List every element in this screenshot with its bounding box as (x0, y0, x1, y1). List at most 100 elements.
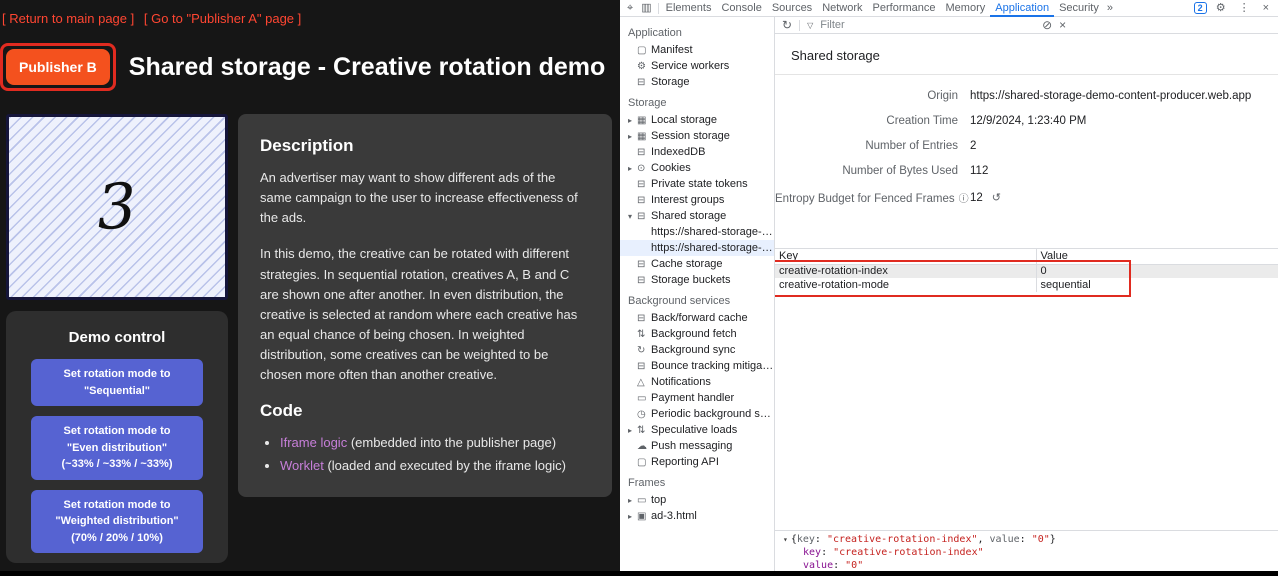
sidebar-item-notifications[interactable]: Notifications (620, 374, 774, 390)
sidebar-item-storage[interactable]: Storage (620, 74, 774, 90)
more-tabs-icon[interactable]: » (1104, 2, 1116, 14)
filter-funnel-icon: ▽ (807, 21, 813, 30)
speculative-loads-icon (637, 424, 651, 436)
publisher-b-button[interactable]: Publisher B (6, 49, 110, 85)
sidebar-item-interest-groups[interactable]: Interest groups (620, 192, 774, 208)
frame-icon (637, 494, 651, 506)
sidebar-item-push-messaging[interactable]: Push messaging (620, 438, 774, 454)
tab-elements[interactable]: Elements (661, 0, 717, 17)
go-to-publisher-a-link[interactable]: [ Go to "Publisher A" page ] (144, 11, 301, 26)
expand-arrow-icon[interactable]: ▸ (628, 164, 637, 173)
metadata-row-creation-time: Creation Time 12/9/2024, 1:23:40 PM (775, 115, 1278, 127)
cookie-icon (637, 162, 651, 174)
sidebar-item-cache-storage[interactable]: Cache storage (620, 256, 774, 272)
sidebar-item-back-forward-cache[interactable]: Back/forward cache (620, 310, 774, 326)
info-icon[interactable] (955, 193, 969, 205)
set-weighted-distribution-mode-button[interactable]: Set rotation mode to "Weighted distribut… (31, 490, 203, 554)
set-sequential-mode-button[interactable]: Set rotation mode to "Sequential" (31, 359, 203, 406)
sidebar-item-session-storage[interactable]: ▸ Session storage (620, 128, 774, 144)
tab-security[interactable]: Security (1054, 0, 1104, 17)
sidebar-item-label: Cache storage (651, 258, 723, 270)
collapse-arrow-icon[interactable]: ▾ (628, 212, 637, 221)
list-item: Worklet (loaded and executed by the ifra… (280, 456, 590, 477)
sidebar-item-frame-ad-3[interactable]: ▸ ad-3.html (620, 508, 774, 524)
syntax-token: : (833, 560, 845, 571)
sidebar-item-label: Bounce tracking mitiga… (651, 360, 773, 372)
devtools-tabbar: ⌖ ▥ Elements Console Sources Network Per… (620, 0, 1278, 17)
sidebar-item-private-state-tokens[interactable]: Private state tokens (620, 176, 774, 192)
expand-arrow-icon[interactable]: ▸ (628, 496, 637, 505)
field-label: Creation Time (775, 115, 958, 127)
sidebar-item-label: Service workers (651, 60, 729, 72)
section-title-application: Application (620, 20, 774, 42)
expand-arrow-icon[interactable]: ▸ (628, 132, 637, 141)
sidebar-item-shared-storage-origin-2[interactable]: https://shared-storage-d… (620, 240, 774, 256)
expand-arrow-icon[interactable]: ▸ (628, 512, 637, 521)
iframe-logic-link[interactable]: Iframe logic (280, 435, 347, 450)
cell-value[interactable]: 0 (1036, 264, 1278, 278)
syntax-token: : (1020, 534, 1032, 545)
sidebar-item-service-workers[interactable]: Service workers (620, 58, 774, 74)
expand-arrow-icon[interactable]: ▸ (628, 116, 637, 125)
inspect-element-icon[interactable]: ⌖ (623, 0, 637, 17)
sidebar-item-shared-storage-origin-1[interactable]: https://shared-storage-d… (620, 224, 774, 240)
clear-all-icon[interactable]: ⊘ (1042, 18, 1052, 32)
gear-icon (637, 60, 651, 72)
creative-number: 3 (96, 175, 139, 239)
tab-sources[interactable]: Sources (767, 0, 817, 17)
sidebar-item-background-sync[interactable]: Background sync (620, 342, 774, 358)
close-filter-icon[interactable]: × (1059, 18, 1066, 32)
reset-budget-icon[interactable] (983, 192, 1001, 204)
close-devtools-icon[interactable]: × (1259, 0, 1273, 17)
sidebar-item-indexeddb[interactable]: IndexedDB (620, 144, 774, 160)
issues-count-badge[interactable]: 2 (1194, 2, 1207, 14)
settings-gear-icon[interactable]: ⚙ (1212, 0, 1230, 17)
cell-key[interactable]: creative-rotation-mode (775, 278, 1036, 292)
preview-summary-row[interactable]: ▾{key: "creative-rotation-index", value:… (783, 533, 1270, 546)
column-header-key[interactable]: Key (775, 249, 1036, 264)
return-to-main-page-link[interactable]: [ Return to main page ] (2, 11, 134, 26)
sidebar-item-background-fetch[interactable]: Background fetch (620, 326, 774, 342)
sidebar-item-shared-storage[interactable]: ▾ Shared storage (620, 208, 774, 224)
sidebar-item-cookies[interactable]: ▸ Cookies (620, 160, 774, 176)
sidebar-item-label: Background sync (651, 344, 735, 356)
sidebar-item-periodic-background-sync[interactable]: Periodic background s… (620, 406, 774, 422)
sidebar-item-label: Push messaging (651, 440, 732, 452)
sidebar-item-storage-buckets[interactable]: Storage buckets (620, 272, 774, 288)
sidebar-item-reporting-api[interactable]: Reporting API (620, 454, 774, 470)
refresh-icon[interactable]: ↻ (782, 18, 792, 32)
tab-performance[interactable]: Performance (868, 0, 941, 17)
sidebar-item-label: Private state tokens (651, 178, 748, 190)
expand-arrow-icon[interactable]: ▸ (628, 426, 637, 435)
cell-value[interactable]: sequential (1036, 278, 1278, 292)
kebab-menu-icon[interactable]: ⋮ (1235, 0, 1254, 17)
tab-console[interactable]: Console (716, 0, 766, 17)
sidebar-item-frame-top[interactable]: ▸ top (620, 492, 774, 508)
column-header-value[interactable]: Value (1036, 249, 1278, 264)
tab-memory[interactable]: Memory (941, 0, 991, 17)
document-icon (637, 456, 651, 468)
metadata-row-bytes-used: Number of Bytes Used 112 (775, 165, 1278, 177)
tab-network[interactable]: Network (817, 0, 867, 17)
filter-input[interactable] (818, 18, 1008, 32)
sidebar-item-bounce-tracking[interactable]: Bounce tracking mitiga… (620, 358, 774, 374)
collapse-arrow-icon[interactable]: ▾ (783, 535, 788, 544)
sidebar-item-label: Local storage (651, 114, 717, 126)
syntax-token: "creative-rotation-index" (833, 547, 984, 558)
sidebar-item-manifest[interactable]: Manifest (620, 42, 774, 58)
up-down-arrows-icon (637, 328, 651, 340)
worklet-link[interactable]: Worklet (280, 458, 324, 473)
sidebar-item-speculative-loads[interactable]: ▸ Speculative loads (620, 422, 774, 438)
sidebar-item-local-storage[interactable]: ▸ Local storage (620, 112, 774, 128)
field-label: Number of Entries (775, 140, 958, 152)
device-toolbar-icon[interactable]: ▥ (637, 0, 655, 17)
table-row[interactable]: creative-rotation-mode sequential (775, 278, 1278, 292)
tab-application[interactable]: Application (990, 0, 1054, 17)
sidebar-item-label: https://shared-storage-d… (651, 226, 774, 238)
database-icon (637, 274, 651, 286)
sidebar-item-payment-handler[interactable]: Payment handler (620, 390, 774, 406)
set-even-distribution-mode-button[interactable]: Set rotation mode to "Even distribution"… (31, 416, 203, 480)
top-nav: [ Return to main page ] [ Go to "Publish… (0, 0, 620, 26)
cell-key[interactable]: creative-rotation-index (775, 264, 1036, 278)
table-row[interactable]: creative-rotation-index 0 (775, 264, 1278, 278)
